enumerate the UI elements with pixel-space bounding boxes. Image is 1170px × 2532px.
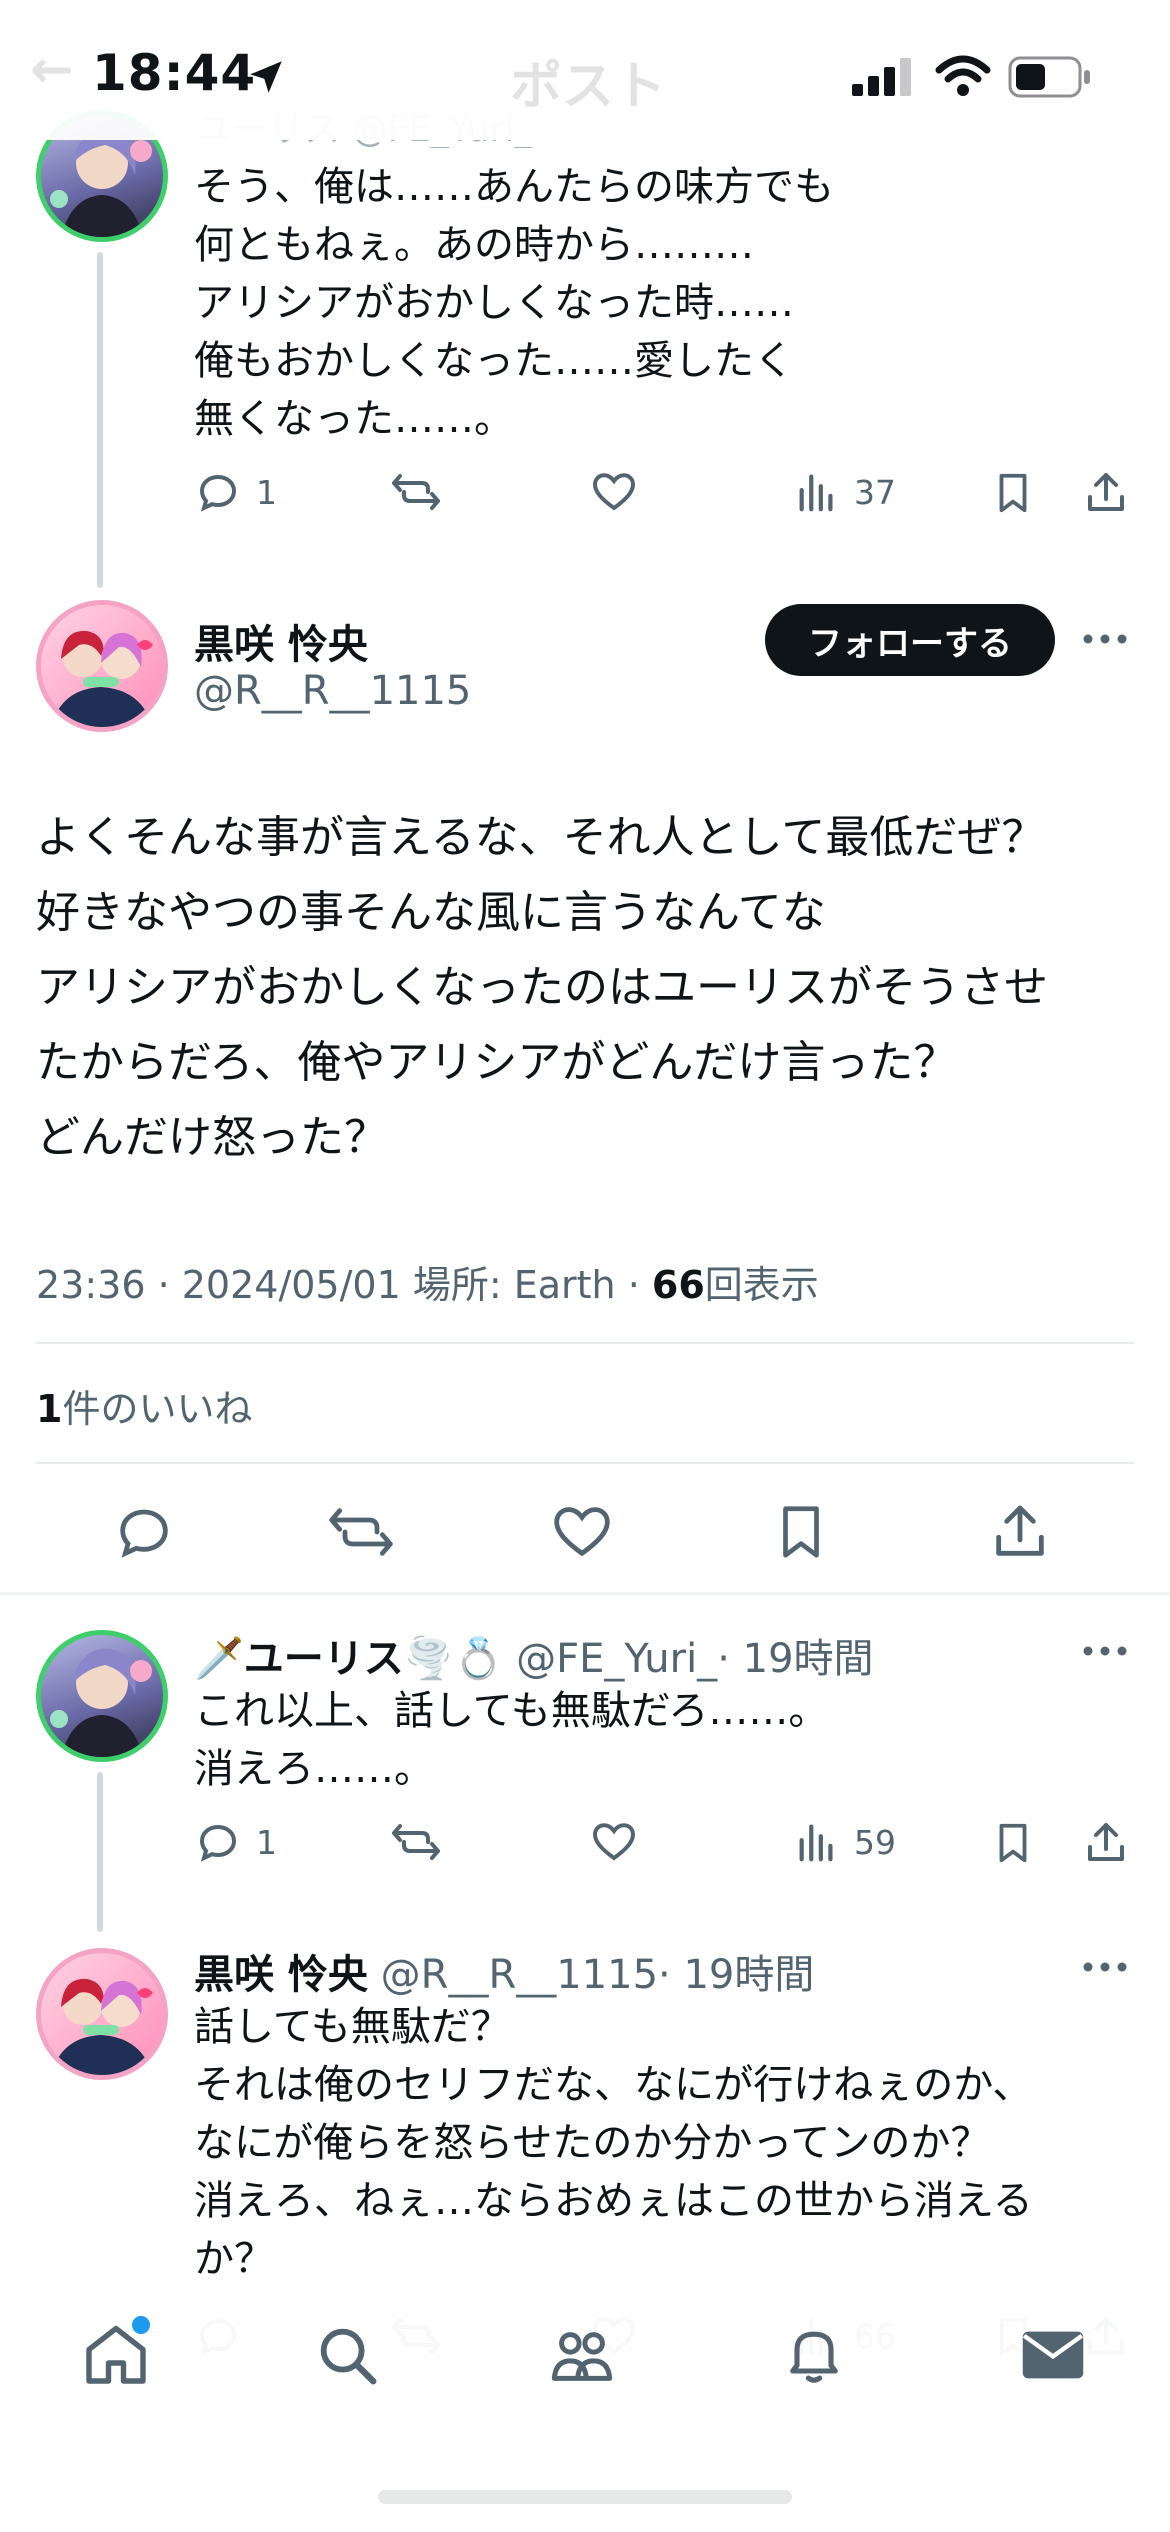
communities-icon[interactable] [546,2320,618,2390]
messages-icon[interactable] [1020,2326,1086,2384]
like-icon[interactable] [590,468,638,516]
share-icon[interactable] [1082,1818,1130,1868]
repost-icon[interactable] [326,1500,396,1564]
divider [36,1342,1134,1344]
battery-icon [1008,56,1090,98]
author-handle[interactable]: @FE_Yuri_ [516,1636,717,1682]
wifi-icon [935,55,991,96]
reply-header: 黒咲 怜央 @R__R__1115· 19時間 [194,1942,814,2000]
post-time: · 19時間 [658,1952,815,1998]
reply-icon [199,474,237,512]
avatar-illustration [51,1978,153,2075]
post-actions: 1 59 [194,1818,1134,1878]
more-options-icon[interactable] [1082,626,1128,652]
avatar-yuris[interactable] [36,1630,168,1762]
avatar-reo[interactable] [36,1948,168,2080]
share-icon[interactable] [988,1500,1052,1564]
views-icon [799,474,833,512]
bookmark-icon[interactable] [990,1818,1036,1868]
views-count: 37 [854,472,896,512]
post-text: これ以上、話しても無駄だろ……。 消えろ……。 [194,1688,829,1792]
divider [36,1462,1134,1464]
post-meta: 23:36 · 2024/05/01 場所: Earth · 66回表示 [36,1254,819,1309]
thread-connector [97,252,103,588]
likes-label: 件のいいね [62,1387,253,1431]
reply-header: 🗡️ユーリス🌪️💍 @FE_Yuri_· 19時間 [194,1626,874,1684]
view-count: 66 [651,1263,705,1307]
more-options-icon[interactable] [1082,1638,1128,1664]
likes-summary[interactable]: 1件のいいね [36,1378,252,1433]
reply-button[interactable]: 1 [194,468,277,516]
post-timestamp-location: 23:36 · 2024/05/01 場所: Earth · [36,1263,652,1307]
views-icon [799,1824,833,1862]
likes-count: 1 [36,1387,63,1431]
bookmark-icon[interactable] [770,1500,832,1564]
avatar-illustration [51,630,153,727]
post-actions: 1 37 [194,468,1134,528]
header-title: ポスト [510,57,667,117]
location-arrow-icon [250,61,282,93]
reply-button[interactable]: 1 [194,1818,277,1866]
main-post-text: よくそんな事が言えるな、それ人として最低だぜ？ 好きなやつの事そんな風に言うなん… [36,812,1048,1163]
views-button[interactable]: 59 [794,1818,896,1866]
repost-icon[interactable] [390,1818,442,1866]
reply-icon [199,1824,237,1862]
avatar-illustration [50,1648,152,1757]
bookmark-icon[interactable] [990,468,1036,518]
status-time: 18:44 [92,44,257,102]
follow-button[interactable]: フォローする [765,604,1055,676]
back-arrow-icon[interactable]: ← [30,40,74,100]
thread-connector [97,1772,103,1932]
reply-count: 1 [256,472,277,512]
avatar-reo[interactable] [36,600,168,732]
repost-icon[interactable] [390,468,442,516]
post-text: 話しても無駄だ？ それは俺のセリフだな、なにが行けねぇのか、 なにが俺らを怒らせ… [194,2004,1033,2282]
tab-home[interactable] [80,2316,152,2390]
author-name[interactable]: 🗡️ユーリス🌪️💍 [194,1636,503,1682]
author-handle[interactable]: @R__R__1115 [381,1952,658,1998]
post-text: そう、俺は……あんたらの味方でも 何ともねぇ。あの時から……… アリシアがおかし… [194,164,834,442]
reply-icon[interactable] [112,1500,176,1564]
notifications-icon[interactable] [780,2318,848,2390]
author-name[interactable]: 黒咲 怜央 [194,1952,368,1998]
views-button[interactable]: 37 [794,468,896,516]
author-handle[interactable]: @R__R__1115 [194,668,471,714]
views-count: 59 [854,1822,896,1862]
reply-count: 1 [256,1822,277,1862]
like-icon[interactable] [550,1500,614,1564]
cellular-signal-icon [852,58,911,96]
search-icon[interactable] [312,2320,382,2390]
status-bar: ← ポスト 18:44 [0,0,1170,140]
section-divider [0,1592,1170,1595]
tab-bar [0,2290,1170,2532]
like-icon[interactable] [590,1818,638,1866]
share-icon[interactable] [1082,468,1130,518]
more-options-icon[interactable] [1082,1954,1128,1980]
view-count-label: 回表示 [704,1263,819,1307]
author-name[interactable]: 黒咲 怜央 [194,612,368,670]
notification-dot [132,2316,150,2334]
post-time: · 19時間 [717,1636,874,1682]
